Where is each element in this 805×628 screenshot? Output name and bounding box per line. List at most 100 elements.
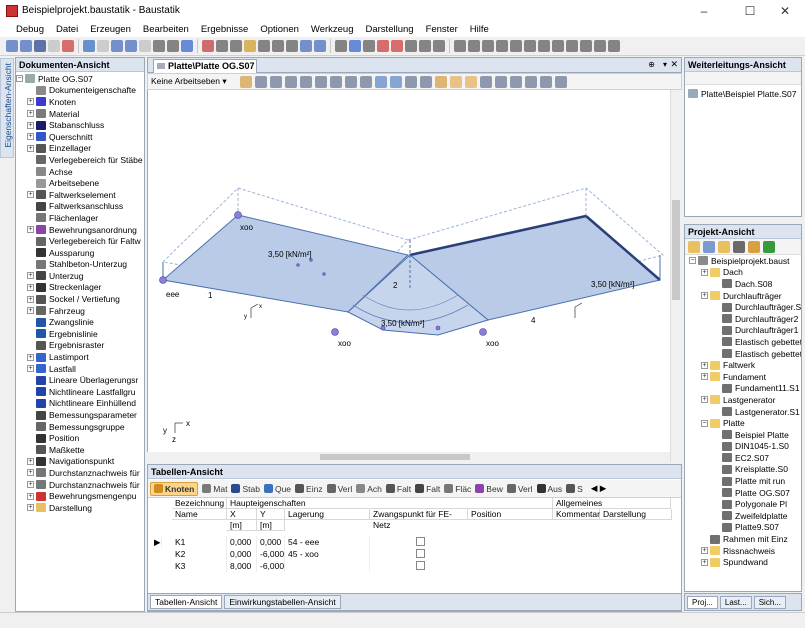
toolbar-button-icon[interactable]: [216, 40, 228, 52]
menu-bearbeiten[interactable]: Bearbeiten: [137, 22, 195, 37]
table-tab-fläc[interactable]: Fläc: [444, 484, 471, 494]
doc-tree-item[interactable]: Verlegebereich für Faltw: [16, 235, 144, 247]
project-tree-item[interactable]: − Beispielprojekt.baust: [685, 255, 801, 267]
expand-icon[interactable]: +: [27, 110, 34, 118]
view-tool-icon[interactable]: [404, 75, 417, 88]
toolbar-button-icon[interactable]: [468, 40, 480, 52]
project-tree-item[interactable]: + Dach: [685, 267, 801, 279]
view-tool-icon[interactable]: [554, 75, 567, 88]
expand-icon[interactable]: +: [27, 283, 34, 291]
expand-icon[interactable]: +: [27, 481, 34, 489]
toolbar-button-icon[interactable]: [335, 40, 347, 52]
view-tool-icon[interactable]: [434, 75, 447, 88]
project-tree-item[interactable]: Elastisch gebettet: [685, 336, 801, 348]
toolbar-button-icon[interactable]: [48, 40, 60, 52]
menu-darstellung[interactable]: Darstellung: [360, 22, 420, 37]
menu-fenster[interactable]: Fenster: [420, 22, 464, 37]
table-tab-verl[interactable]: Verl: [506, 484, 533, 494]
doc-tree-item[interactable]: Lineare Überlagerungsr: [16, 374, 144, 386]
doc-tree-item[interactable]: Zwangslinie: [16, 316, 144, 328]
collapse-icon[interactable]: −: [16, 75, 23, 83]
doc-tree-item[interactable]: + Lastfall: [16, 363, 144, 375]
minimize-button[interactable]: –: [684, 0, 724, 22]
view-tool-icon[interactable]: [419, 75, 432, 88]
project-tree-item[interactable]: Durchlaufträger.S: [685, 301, 801, 313]
menu-optionen[interactable]: Optionen: [254, 22, 305, 37]
toolbar-button-icon[interactable]: [97, 40, 109, 52]
project-tree-item[interactable]: Polygonale Pl: [685, 498, 801, 510]
view-tool-icon[interactable]: [359, 75, 372, 88]
toolbar-button-icon[interactable]: [62, 40, 74, 52]
expand-icon[interactable]: +: [701, 373, 708, 381]
doc-tree-item[interactable]: + Unterzug: [16, 270, 144, 282]
expand-icon[interactable]: +: [27, 144, 34, 152]
table-tab-einz[interactable]: Einz: [295, 484, 323, 494]
row-x[interactable]: 0,000: [227, 548, 257, 560]
expand-icon[interactable]: +: [27, 504, 34, 512]
close-button[interactable]: ✕: [765, 0, 805, 22]
properties-view-tab[interactable]: Eigenschaften-Ansicht: [0, 58, 14, 158]
row-lagerung[interactable]: 45 - xoo: [285, 548, 370, 560]
refresh-icon[interactable]: [763, 240, 775, 253]
toolbar-button-icon[interactable]: [363, 40, 375, 52]
dropdown-icon[interactable]: ▾: [663, 60, 667, 69]
table-tab-s[interactable]: S: [566, 484, 583, 494]
tab-sicherung[interactable]: Sich...: [753, 595, 786, 609]
new-folder-icon[interactable]: [688, 240, 700, 253]
view-tool-icon[interactable]: [239, 75, 252, 88]
copy-icon[interactable]: [748, 240, 760, 253]
toolbar-button-icon[interactable]: [139, 40, 151, 52]
toolbar-button-icon[interactable]: [286, 40, 298, 52]
menu-hilfe[interactable]: Hilfe: [464, 22, 495, 37]
zwangspunkt-checkbox[interactable]: [416, 537, 425, 546]
menu-datei[interactable]: Datei: [50, 22, 84, 37]
view-tool-icon[interactable]: [254, 75, 267, 88]
expand-icon[interactable]: −: [701, 419, 708, 427]
row-y[interactable]: 0,000: [257, 536, 285, 548]
toolbar-button-icon[interactable]: [34, 40, 46, 52]
table-tab-falt[interactable]: Falt: [415, 484, 440, 494]
doc-tree-item[interactable]: + Faltwerkselement: [16, 189, 144, 201]
doc-tree-item[interactable]: Nichtlineare Lastfallgru: [16, 386, 144, 398]
doc-tree-item[interactable]: + Streckenlager: [16, 282, 144, 294]
doc-tree-item[interactable]: Bemessungsgruppe: [16, 421, 144, 433]
tab-projekt[interactable]: Proj...: [687, 595, 718, 609]
expand-icon[interactable]: +: [701, 361, 708, 369]
toolbar-button-icon[interactable]: [6, 40, 18, 52]
expand-icon[interactable]: +: [27, 121, 34, 129]
maximize-button[interactable]: ☐: [730, 0, 770, 22]
toolbar-button-icon[interactable]: [125, 40, 137, 52]
row-lagerung[interactable]: 54 - eee: [285, 536, 370, 548]
toolbar-button-icon[interactable]: [608, 40, 620, 52]
row-name[interactable]: K1: [172, 536, 227, 548]
doc-tree-item[interactable]: Arbeitsebene: [16, 177, 144, 189]
view-tool-icon[interactable]: [374, 75, 387, 88]
expand-icon[interactable]: +: [27, 133, 34, 141]
doc-tree-item[interactable]: + Knoten: [16, 96, 144, 108]
toolbar-button-icon[interactable]: [566, 40, 578, 52]
menu-debug[interactable]: Debug: [10, 22, 50, 37]
toolbar-button-icon[interactable]: [496, 40, 508, 52]
doc-tree-item[interactable]: + Fahrzeug: [16, 305, 144, 317]
project-tree-item[interactable]: Kreisplatte.S0: [685, 464, 801, 476]
toolbar-button-icon[interactable]: [419, 40, 431, 52]
toolbar-button-icon[interactable]: [167, 40, 179, 52]
pin-icon[interactable]: ⊕: [648, 60, 655, 69]
toolbar-button-icon[interactable]: [300, 40, 312, 52]
toolbar-button-icon[interactable]: [272, 40, 284, 52]
view-tool-icon[interactable]: [509, 75, 522, 88]
zwangspunkt-checkbox[interactable]: [416, 549, 425, 558]
doc-tree-item[interactable]: + Navigationspunkt: [16, 456, 144, 468]
table-tab-falt[interactable]: Falt: [385, 484, 411, 494]
row-x[interactable]: 0,000: [227, 536, 257, 548]
project-tree-item[interactable]: Dach.S08: [685, 278, 801, 290]
project-tree-item[interactable]: Rahmen mit Einz: [685, 533, 801, 545]
toolbar-button-icon[interactable]: [153, 40, 165, 52]
toolbar-button-icon[interactable]: [258, 40, 270, 52]
table-tab-verl[interactable]: Verl: [326, 484, 352, 494]
doc-tree-item[interactable]: Flächenlager: [16, 212, 144, 224]
table-tab-mat[interactable]: Mat: [202, 484, 227, 494]
toolbar-button-icon[interactable]: [433, 40, 445, 52]
view-tool-icon[interactable]: [299, 75, 312, 88]
row-lagerung[interactable]: [285, 560, 370, 572]
